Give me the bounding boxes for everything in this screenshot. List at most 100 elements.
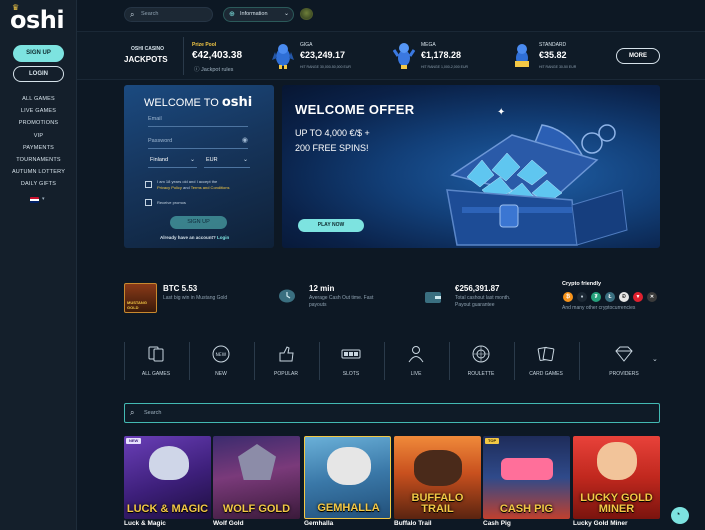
category-roulette[interactable]: ROULETTE xyxy=(449,340,513,382)
jackpot-tier-name: MEGA xyxy=(421,42,436,48)
information-label: Information xyxy=(240,11,268,17)
game-search-input[interactable]: ⌕ Search xyxy=(124,403,660,423)
divider xyxy=(579,342,580,380)
sidebar-item-promotions[interactable]: PROMOTIONS xyxy=(0,117,77,129)
sidebar-item-daily-gifts[interactable]: DAILY GIFTS xyxy=(0,178,77,190)
category-label: ALL GAMES xyxy=(141,371,171,377)
treasure-chest-illustration: ✦ xyxy=(446,107,628,246)
sidebar-item-autumn-lottery[interactable]: AUTUMN LOTTERY xyxy=(0,166,77,178)
divider xyxy=(183,37,184,75)
login-link[interactable]: Login xyxy=(217,235,229,240)
giga-mascot-icon xyxy=(272,44,294,69)
prize-pool-label: Prize Pool xyxy=(192,42,217,48)
category-live[interactable]: LIVE xyxy=(384,340,448,382)
chevron-down-icon[interactable]: ▾ xyxy=(42,196,45,202)
sidebar-item-all-games[interactable]: ALL GAMES xyxy=(0,93,77,105)
currency-select[interactable]: EUR ⌄ xyxy=(204,156,250,168)
bitcoin-icon: ₿ xyxy=(563,292,573,302)
password-field[interactable]: Password ◉ xyxy=(148,135,248,149)
game-tile-buffalo-trail[interactable]: BUFFALO TRAIL xyxy=(394,436,481,519)
category-card-games[interactable]: CARD GAMES xyxy=(514,340,578,382)
jackpot-brand-line1: OSHI CASINO xyxy=(131,46,165,52)
sidebar-item-live-games[interactable]: LIVE GAMES xyxy=(0,105,77,117)
sidebar-item-vip[interactable]: VIP xyxy=(0,130,77,142)
game-title[interactable]: Cash Pig xyxy=(483,520,511,527)
category-all-games[interactable]: ALL GAMES xyxy=(124,340,188,382)
eye-icon[interactable]: ◉ xyxy=(242,136,248,144)
terms-text: I am 18 years old and I accept the Privac… xyxy=(157,179,230,190)
cashout-caption: Average Cash Out time. Fast payouts xyxy=(309,295,374,308)
game-tile-wolf-gold[interactable]: WOLF GOLD xyxy=(213,436,300,519)
jackpot-hit-range: HIT RANGE 30-50 EUR xyxy=(539,65,577,69)
form-signup-button[interactable]: SIGN UP xyxy=(170,216,227,229)
game-title[interactable]: Lucky Gold Miner xyxy=(573,520,628,527)
privacy-policy-link[interactable]: Privacy Policy xyxy=(157,185,182,190)
new-badge-icon: NEW xyxy=(212,345,230,363)
crypto-more-text: And many other cryptocurrencies xyxy=(562,305,636,311)
jackpot-tier-name: GIGA xyxy=(300,42,313,48)
stopwatch-icon xyxy=(279,289,295,303)
email-field[interactable]: Email xyxy=(148,113,248,127)
game-tile-luck-magic[interactable]: NEW LUCK & MAGIC xyxy=(124,436,211,519)
jackpot-tier-name: STANDARD xyxy=(539,42,567,48)
game-title[interactable]: Buffalo Trail xyxy=(394,520,432,527)
jackpot-hit-range: HIT RANGE 1,000-2,000 EUR xyxy=(421,65,469,69)
category-label: SLOTS xyxy=(342,371,360,377)
chevron-down-icon: ⌄ xyxy=(189,157,195,163)
top-search-input[interactable]: ⌕ Search xyxy=(124,7,213,22)
sidebar-login-button[interactable]: LOGIN xyxy=(13,66,64,82)
jackpot-hit-range: HIT RANGE 30,000-50,000 EUR xyxy=(300,65,351,69)
search-icon: ⌕ xyxy=(130,408,135,417)
jackpots-more-button[interactable]: MORE xyxy=(616,48,660,64)
playing-cards-icon xyxy=(537,346,555,362)
game-tile-cash-pig[interactable]: TOP CASH PIG xyxy=(483,436,570,519)
slot-machine-icon xyxy=(341,349,361,359)
terms-checkbox[interactable] xyxy=(145,181,152,188)
game-art-title: LUCK & MAGIC xyxy=(126,503,209,515)
sidebar-signup-button[interactable]: SIGN UP xyxy=(13,45,64,62)
jackpot-strip xyxy=(77,31,705,80)
jackpot-tier-amount: €1,178.28 xyxy=(421,50,462,60)
oshi-logo[interactable]: ♛ oshi xyxy=(10,3,65,34)
game-title[interactable]: Wolf Gold xyxy=(213,520,244,527)
category-slots[interactable]: SLOTS xyxy=(319,340,383,382)
category-label: CARD GAMES xyxy=(529,371,563,377)
info-icon: ⓘ xyxy=(194,67,202,73)
category-new[interactable]: NEW NEW xyxy=(189,340,253,382)
live-dealer-icon xyxy=(408,346,424,363)
game-title[interactable]: Luck & Magic xyxy=(124,520,166,527)
promo-checkbox[interactable] xyxy=(145,199,152,206)
play-now-button[interactable]: PLAY NOW xyxy=(298,219,364,232)
jackpot-rules-label: Jackpot rules xyxy=(201,67,234,73)
jackpot-rules-link[interactable]: ⓘ Jackpot rules xyxy=(194,65,233,73)
thumbs-up-icon xyxy=(279,346,294,362)
crypto-friendly-title: Crypto friendly xyxy=(562,281,602,287)
game-title[interactable]: Gemhalla xyxy=(304,520,333,527)
category-providers[interactable]: PROVIDERS xyxy=(592,340,656,382)
live-chat-button[interactable]: ◔ xyxy=(671,507,689,524)
game-tile-gemhalla[interactable]: GEMHALLA xyxy=(304,436,391,519)
sidebar-item-payments[interactable]: PAYMENTS xyxy=(0,142,77,154)
gift-icon[interactable] xyxy=(300,8,313,20)
game-tile-lucky-gold-miner[interactable]: LUCKY GOLD MINER xyxy=(573,436,660,519)
language-flag-icon[interactable] xyxy=(30,197,39,203)
chevron-down-icon[interactable]: ⌄ xyxy=(652,355,658,363)
game-art-title: GEMHALLA xyxy=(317,502,380,514)
country-select[interactable]: Finland ⌄ xyxy=(148,156,197,168)
roulette-icon xyxy=(472,345,490,363)
search-icon: ⌕ xyxy=(130,10,135,19)
diamond-icon xyxy=(615,346,633,362)
chat-icon: ◔ xyxy=(675,509,681,519)
jackpot-tier-amount: €23,249.17 xyxy=(300,50,346,60)
svg-text:✦: ✦ xyxy=(497,107,505,118)
terms-link[interactable]: Terms and Conditions xyxy=(191,185,230,190)
mustang-gold-thumbnail[interactable]: MUSTANG GOLD xyxy=(124,283,157,313)
sidebar-item-tournaments[interactable]: TOURNAMENTS xyxy=(0,154,77,166)
email-placeholder: Email xyxy=(148,116,162,122)
password-placeholder: Password xyxy=(148,138,173,144)
info-icon: ⊕ xyxy=(229,11,235,18)
crown-icon: ♛ xyxy=(12,3,19,12)
category-popular[interactable]: POPULAR xyxy=(254,340,318,382)
prize-pool-value: €42,403.38 xyxy=(192,50,243,61)
information-dropdown[interactable]: ⊕ Information ⌄ xyxy=(223,7,294,22)
